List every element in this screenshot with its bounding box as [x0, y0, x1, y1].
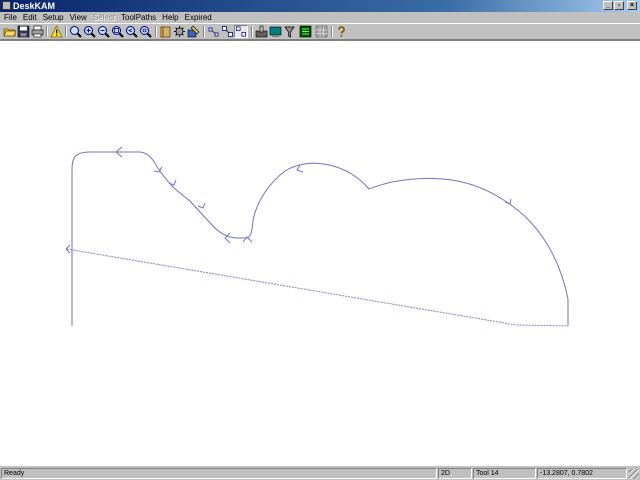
post-process-icon[interactable] [282, 25, 296, 38]
toolpath-edit-icon[interactable] [186, 25, 200, 38]
simulate-icon[interactable] [254, 25, 268, 38]
save-icon[interactable] [16, 25, 30, 38]
zoom-in-icon[interactable] [82, 25, 96, 38]
rapid-move-line [66, 248, 569, 327]
menu-setup[interactable]: Setup [40, 12, 67, 23]
help-icon[interactable] [334, 25, 348, 38]
status-bar: Ready 2D Tool 14 -13.2807, 0.7802 [0, 465, 640, 480]
menu-view[interactable]: View [67, 12, 90, 23]
zoom-all-icon[interactable] [68, 25, 82, 38]
layer-icon[interactable] [298, 25, 312, 38]
warning-icon[interactable] [49, 25, 63, 38]
toolpath-drawing [65, 146, 569, 327]
direction-arrow [296, 164, 304, 173]
close-button[interactable]: × [627, 1, 637, 10]
print-icon[interactable] [30, 25, 44, 38]
node-break-icon[interactable] [234, 25, 248, 38]
menu-help[interactable]: Help [159, 12, 181, 23]
toolpath-outline [71, 151, 569, 326]
menu-select: Select [92, 13, 116, 22]
status-mode: 2D [438, 468, 472, 479]
menu-edit[interactable]: Edit [20, 12, 40, 23]
status-message: Ready [1, 468, 437, 479]
status-tool: Tool 14 [473, 468, 536, 479]
direction-arrow [197, 202, 206, 209]
tool-library-icon[interactable] [158, 25, 172, 38]
window-title: DeskKAM [13, 1, 56, 11]
zoom-window-icon[interactable] [110, 25, 124, 38]
display-options-icon[interactable] [268, 25, 282, 38]
direction-arrow [224, 232, 231, 244]
menu-bar: File Edit Setup View Select ToolPaths He… [0, 12, 640, 23]
title-bar: DeskKAM _ ▫ × [0, 0, 640, 12]
zoom-out-icon[interactable] [96, 25, 110, 38]
app-icon[interactable] [2, 1, 11, 10]
node-select-icon[interactable] [206, 25, 220, 38]
maximize-button[interactable]: ▫ [614, 1, 624, 10]
menu-file[interactable]: File [0, 12, 20, 23]
drawing-canvas[interactable] [0, 40, 640, 465]
menu-expired[interactable]: Expired [182, 12, 215, 23]
menu-toolpaths[interactable]: ToolPaths [118, 12, 159, 23]
zoom-redraw-icon[interactable] [138, 25, 152, 38]
toolbar [0, 23, 640, 40]
resize-grip[interactable] [629, 469, 639, 479]
machine-setup-icon[interactable] [172, 25, 186, 38]
minimize-button[interactable]: _ [603, 1, 613, 10]
status-coordinates: -13.2807, 0.7802 [537, 468, 627, 479]
open-folder-icon[interactable] [2, 25, 16, 38]
zoom-previous-icon[interactable] [124, 25, 138, 38]
grid-icon[interactable] [314, 25, 328, 38]
node-connect-icon[interactable] [220, 25, 234, 38]
